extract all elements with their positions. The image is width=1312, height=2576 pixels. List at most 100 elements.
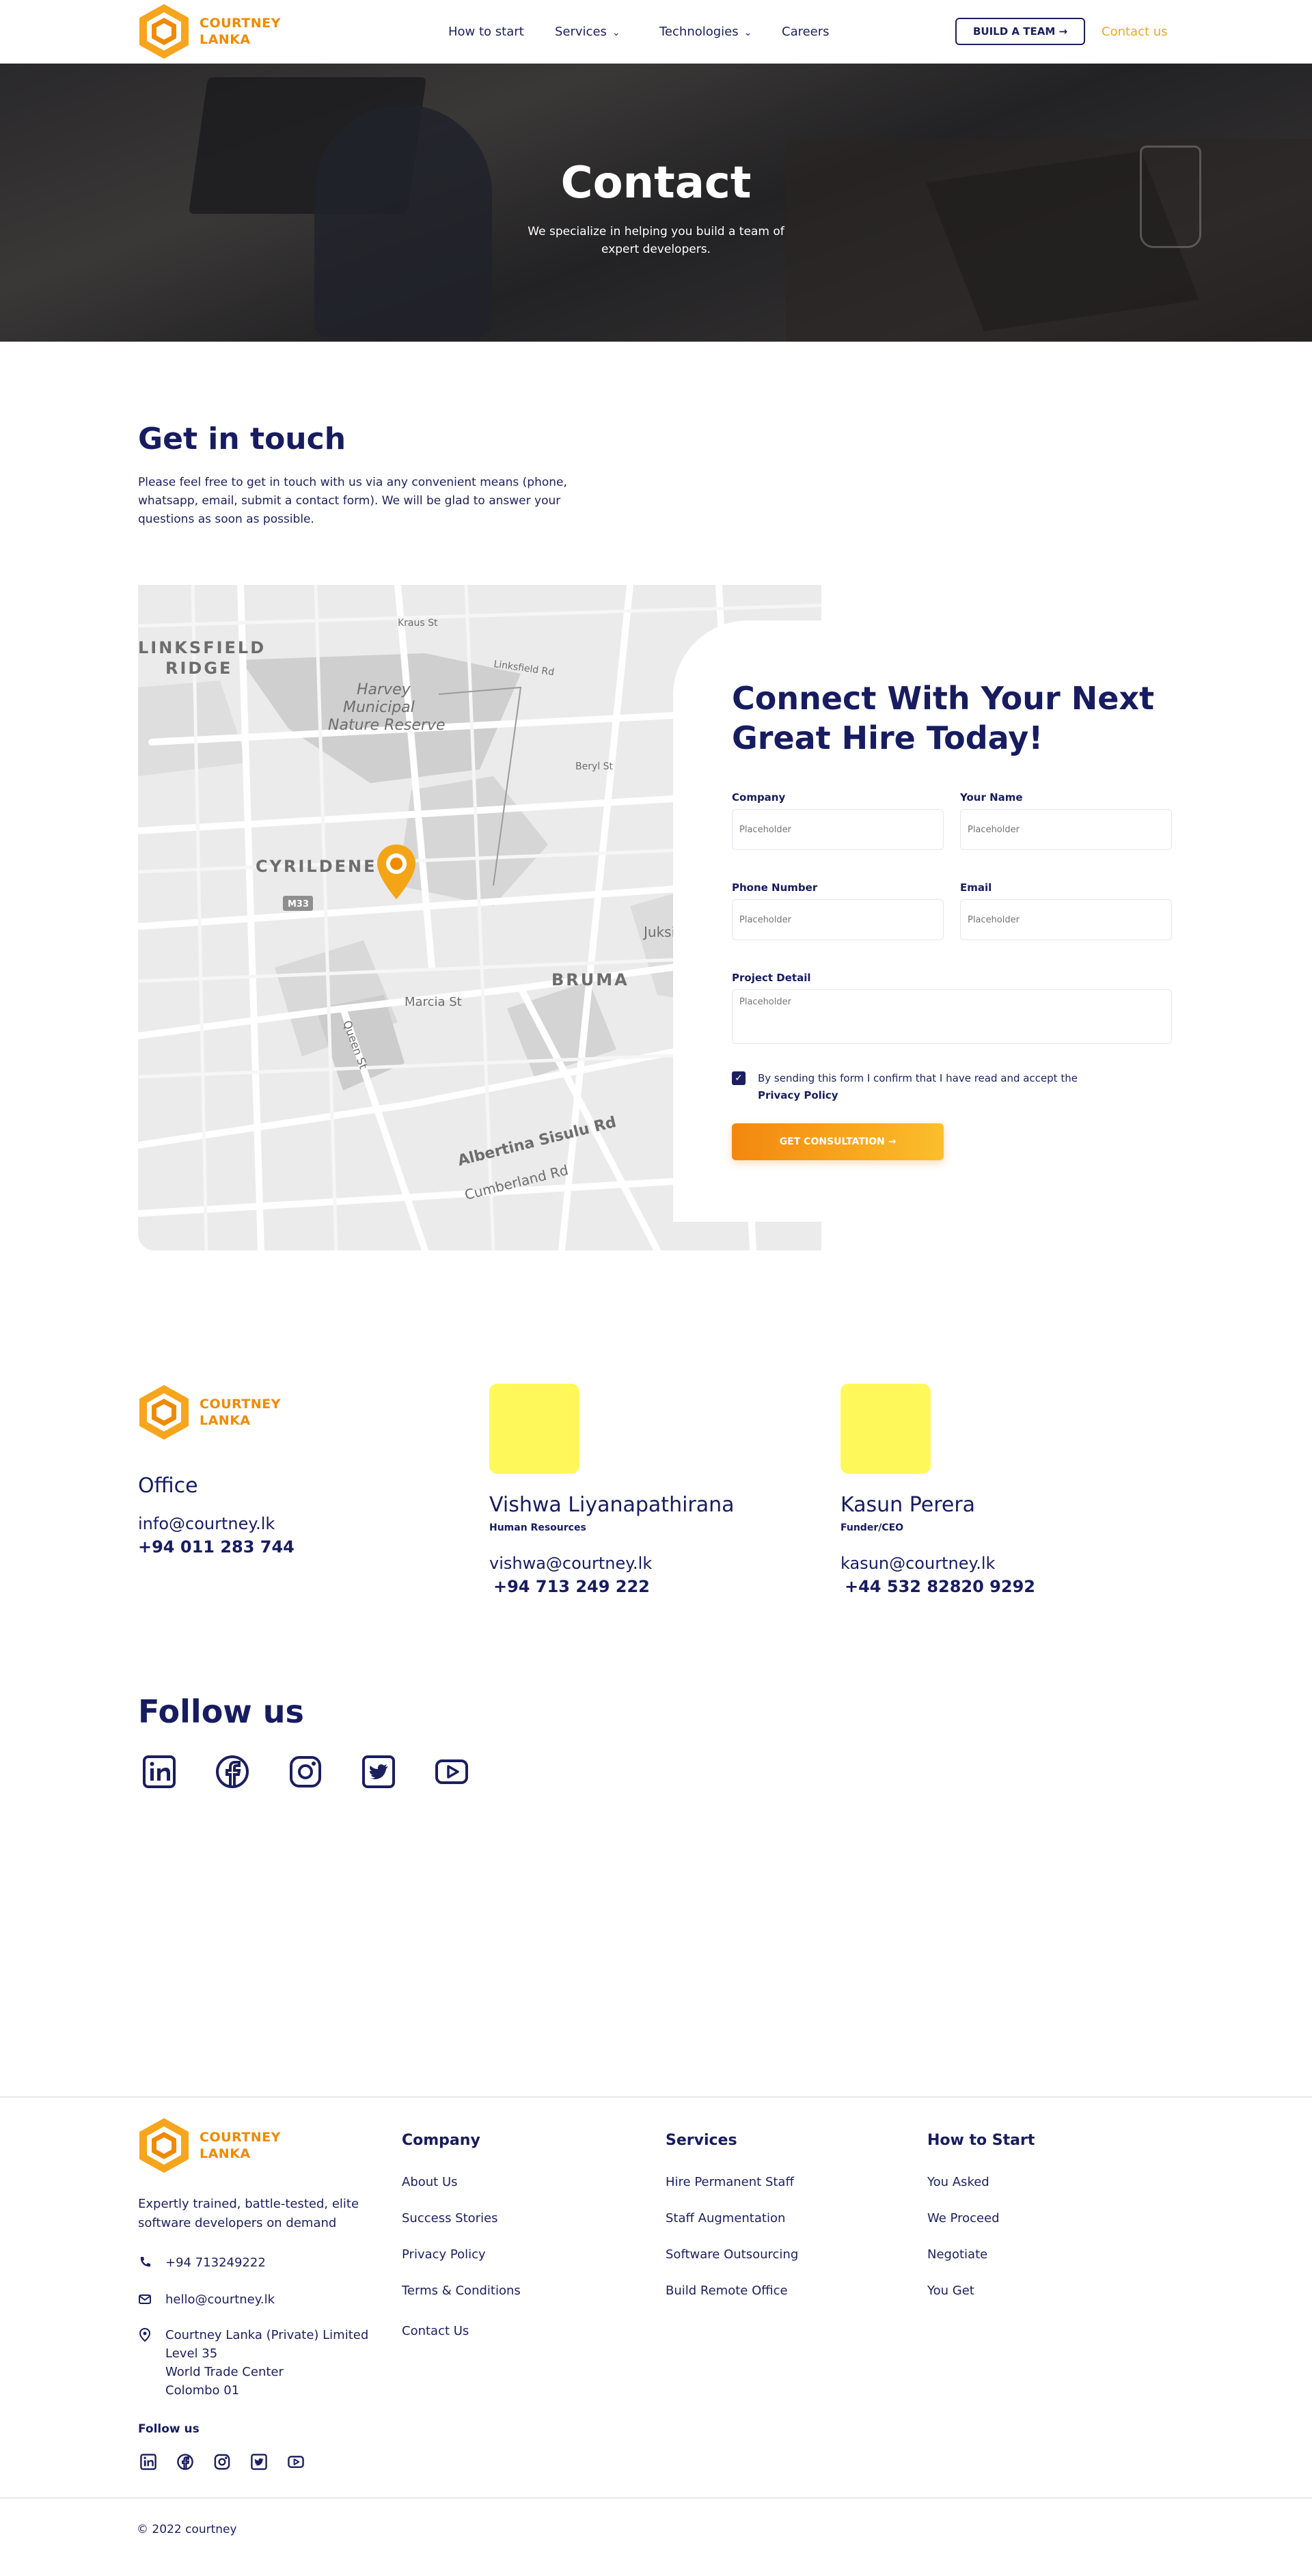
contact-form-card: Connect With Your Next Great Hire Today!…	[673, 620, 1192, 1222]
footer-link-negotiate[interactable]: Negotiate	[927, 2247, 987, 2262]
office-contact: COURTNEY LANKA Office info@courtney.lk +…	[138, 1384, 425, 1557]
follow-us-heading: Follow us	[138, 1693, 304, 1730]
map-label-marcia-st: Marcia St	[405, 995, 462, 1009]
facebook-icon[interactable]	[214, 1753, 251, 1790]
footer-logo[interactable]: COURTNEY LANKA	[138, 2117, 281, 2174]
nav-how-to-start[interactable]: How to start	[448, 25, 524, 39]
footer-link-software-outsourcing[interactable]: Software Outsourcing	[666, 2247, 798, 2262]
phone-icon	[140, 2257, 150, 2267]
facebook-icon[interactable]	[176, 2453, 194, 2471]
person-phone[interactable]: +94 713 249 222	[489, 1577, 776, 1596]
footer-link-about-us[interactable]: About Us	[402, 2175, 458, 2189]
youtube-icon[interactable]	[433, 1753, 470, 1790]
project-detail-label: Project Detail	[732, 972, 811, 984]
footer-link-hire-permanent-staff[interactable]: Hire Permanent Staff	[666, 2175, 794, 2189]
page-title: Contact	[560, 158, 752, 208]
location-pin-icon	[139, 2328, 151, 2342]
person-phone[interactable]: +44 532 82820 9292	[840, 1577, 1128, 1596]
footer-link-success-stories[interactable]: Success Stories	[402, 2211, 498, 2225]
address-line: Level 35	[165, 2346, 218, 2361]
footer-email-text: hello@courtney.lk	[165, 2292, 275, 2307]
hero-subtitle: We specialize in helping you build a tea…	[528, 225, 784, 256]
form-title: Connect With Your Next Great Hire Today!	[732, 680, 1155, 756]
person-email[interactable]: kasun@courtney.lk	[840, 1554, 1128, 1573]
logo-text-line2: LANKA	[200, 32, 251, 47]
person-email[interactable]: vishwa@courtney.lk	[489, 1554, 776, 1573]
map-label-ridge: RIDGE	[165, 659, 232, 678]
instagram-icon[interactable]	[213, 2453, 231, 2471]
footer-follow-us-label: Follow us	[138, 2422, 200, 2436]
map-label-nature-reserve: Nature Reserve	[328, 717, 446, 734]
nav-technologies-label: Technologies	[659, 25, 739, 39]
footer-link-we-proceed[interactable]: We Proceed	[927, 2211, 1000, 2225]
address-line: World Trade Center	[165, 2365, 284, 2379]
avatar	[840, 1384, 931, 1474]
twitter-icon[interactable]	[360, 1753, 397, 1790]
nav-technologies[interactable]: Technologies ⌄	[659, 25, 752, 39]
mail-icon	[139, 2294, 151, 2304]
office-name: Office	[138, 1474, 198, 1498]
footer-link-you-asked[interactable]: You Asked	[927, 2175, 989, 2189]
nav-careers[interactable]: Careers	[782, 25, 830, 39]
person-name: Vishwa Liyanapathirana	[489, 1493, 735, 1517]
company-field[interactable]	[732, 809, 944, 850]
logo[interactable]: COURTNEY LANKA	[138, 3, 281, 60]
footer-link-terms[interactable]: Terms & Conditions	[402, 2284, 521, 2298]
phone-number-field[interactable]	[732, 899, 944, 940]
office-email[interactable]: info@courtney.lk	[138, 1514, 425, 1533]
office-phone[interactable]: +94 011 283 744	[138, 1537, 425, 1557]
nav-services-label: Services	[555, 25, 607, 39]
map-label-juksi: Juksi	[642, 924, 675, 940]
footer-phone-text: +94 713249222	[165, 2256, 266, 2270]
chevron-down-icon: ⌄	[743, 27, 752, 38]
hero-banner: Contact We specialize in helping you bui…	[0, 64, 1312, 342]
email-field[interactable]	[960, 899, 1172, 940]
map-label-m33: M33	[288, 899, 309, 909]
person-contact-vishwa: Vishwa Liyanapathirana Human Resources v…	[489, 1384, 776, 1596]
person-name: Kasun Perera	[840, 1493, 976, 1517]
hexagon-logo-icon	[139, 4, 189, 59]
linkedin-icon[interactable]	[141, 1753, 178, 1790]
instagram-icon[interactable]	[287, 1753, 324, 1790]
footer-link-you-get[interactable]: You Get	[927, 2284, 974, 2298]
your-name-field[interactable]	[960, 809, 1172, 850]
footer-description: Expertly trained, battle-tested, elite s…	[138, 2197, 359, 2230]
footer-link-build-remote-office[interactable]: Build Remote Office	[666, 2284, 788, 2298]
person-role: Funder/CEO	[840, 1522, 904, 1533]
logo-text-line1: COURTNEY	[200, 16, 281, 31]
get-in-touch-text: Please feel free to get in touch with us…	[138, 476, 567, 526]
privacy-policy-link[interactable]: Privacy Policy	[758, 1089, 838, 1101]
person-role: Human Resources	[489, 1522, 586, 1533]
get-consultation-button[interactable]: GET CONSULTATION →	[732, 1123, 944, 1160]
linkedin-icon[interactable]	[139, 2453, 157, 2471]
consent-text: By sending this form I confirm that I ha…	[758, 1070, 1140, 1104]
map-label-beryl-st: Beryl St	[575, 761, 613, 772]
nav-services[interactable]: Services ⌄	[555, 25, 620, 39]
consent-checkbox[interactable]: ✓	[732, 1071, 746, 1085]
map-label-linksfield: LINKSFIELD	[138, 638, 266, 657]
your-name-label: Your Name	[960, 791, 1023, 804]
build-a-team-button[interactable]: BUILD A TEAM →	[955, 18, 1085, 45]
footer-email[interactable]: hello@courtney.lk	[138, 2290, 275, 2309]
logo-text-line1: COURTNEY	[200, 1397, 281, 1412]
footer-how-to-start-title: How to Start	[927, 2132, 1035, 2149]
footer-phone[interactable]: +94 713249222	[138, 2253, 266, 2272]
project-detail-field[interactable]	[732, 989, 1172, 1044]
map-label-harvey: Harvey	[357, 681, 411, 698]
logo-text-line2: LANKA	[200, 1413, 251, 1428]
company-label: Company	[732, 791, 786, 804]
person-contact-kasun: Kasun Perera Funder/CEO kasun@courtney.l…	[840, 1384, 1128, 1596]
footer-link-contact-us[interactable]: Contact Us	[402, 2324, 469, 2338]
get-in-touch-heading: Get in touch	[138, 422, 346, 456]
twitter-icon[interactable]	[250, 2453, 268, 2471]
logo-text-line1: COURTNEY	[200, 2130, 281, 2145]
map-label-cyrildene: CYRILDENE	[256, 857, 377, 876]
nav-contact-us[interactable]: Contact us	[1102, 25, 1168, 39]
footer-link-staff-augmentation[interactable]: Staff Augmentation	[666, 2211, 785, 2225]
youtube-icon[interactable]	[287, 2453, 305, 2471]
footer-link-privacy-policy[interactable]: Privacy Policy	[402, 2247, 486, 2262]
phone-number-label: Phone Number	[732, 881, 818, 894]
logo-text-line2: LANKA	[200, 2146, 251, 2161]
consent-text-body: By sending this form I confirm that I ha…	[758, 1072, 1078, 1084]
map-label-kraus-st: Kraus St	[398, 618, 438, 629]
